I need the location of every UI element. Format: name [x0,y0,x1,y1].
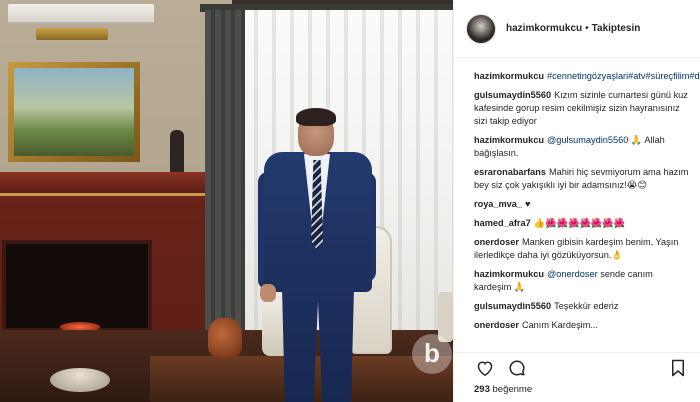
man-in-suit [258,108,378,402]
comment-text: Teşekkür ederiz [554,301,619,311]
comment-username[interactable]: onerdoser [474,237,519,247]
comment-item: roya_mva_ ♥ [474,198,689,211]
comment-mention[interactable]: @gulsumaydin5560 [547,135,628,145]
comment-item: hazimkormukcu @onerdoser sende canım kard… [474,268,689,294]
comment-username[interactable]: roya_mva_ [474,199,522,209]
likes-label: beğenme [492,384,533,395]
bookmark-icon[interactable] [667,357,689,379]
comment-item: hazimkormukcu #cennetingözyaşlari#atv#sür… [474,70,700,83]
likes-count[interactable]: 293 beğenme [474,384,532,395]
comment-mention[interactable]: @onerdoser [547,269,598,279]
armchair-right [438,292,453,342]
comment-item: hamed_afra7 👍🌺🌺🌺🌺🌺🌺🌺 [474,217,689,230]
comment-username[interactable]: hazimkormukcu [474,71,544,81]
avatar[interactable] [466,13,496,44]
decorative-bowl [50,368,110,392]
firebox [2,240,152,332]
comment-item: gulsumaydin5560 Teşekkür ederiz [474,300,689,313]
curtain [205,10,245,330]
comment-username[interactable]: hazimkormukcu [474,269,544,279]
comment-item: onerdoser Manken gibisin kardeşim benim. … [474,236,689,262]
comment-icon[interactable] [506,357,528,379]
comment-hashtags[interactable]: #cennetingözyaşlari#atv#süreçfilim#dizi [547,71,700,81]
likes-number: 293 [474,384,490,395]
vase [208,318,242,358]
comment-item: gulsumaydin5560 Kızım sizinle cumartesi g… [474,89,689,128]
comment-username[interactable]: onerdoser [474,320,519,330]
comment-username[interactable]: hamed_afra7 [474,218,531,228]
comment-text: 👍🌺🌺🌺🌺🌺🌺🌺 [533,218,626,228]
comment-username[interactable]: gulsumaydin5560 [474,90,551,100]
post-actions [454,352,700,382]
post-header: hazimkormukcu • Takiptesin [454,0,700,58]
fireplace-mantel [0,172,222,196]
comment-item: onerdoser Canım Kardeşim... [474,319,689,332]
header-separator: • [585,23,589,34]
post-sidebar: hazimkormukcu • Takiptesin hazimkormukcu… [453,0,700,402]
comment-text: ♥ [525,199,531,209]
watermark-logo: b [412,334,452,374]
instagram-post: b hazimkormukcu • Takiptesin hazimkormuk… [0,0,700,402]
framed-painting [8,62,140,162]
comment-item: esraronabarfans Mahiri hiç sevmiyorum ama… [474,166,689,192]
follow-status[interactable]: Takiptesin [592,23,641,34]
comment-username[interactable]: hazimkormukcu [474,135,544,145]
comment-item: hazimkormukcu @gulsumaydin5560 🙏 Allah ba… [474,134,689,160]
air-conditioner [8,4,154,24]
wall-lamp [36,28,108,40]
comment-username[interactable]: esraronabarfans [474,167,546,177]
comments-list[interactable]: hazimkormukcu #cennetingözyaşlari#atv#sür… [454,60,700,352]
post-photo[interactable]: b [0,0,453,402]
header-username[interactable]: hazimkormukcu [506,23,582,34]
comment-text: Canım Kardeşim... [521,320,599,330]
statue [170,130,184,178]
heart-icon[interactable] [474,357,496,379]
comment-username[interactable]: gulsumaydin5560 [474,301,551,311]
